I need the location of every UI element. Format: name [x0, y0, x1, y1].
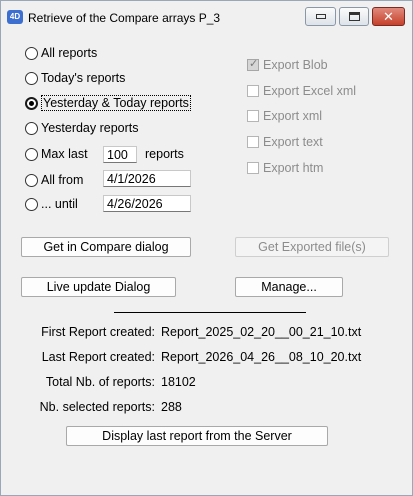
- checkbox[interactable]: [247, 57, 259, 71]
- get-exported-files-button[interactable]: Get Exported file(s): [235, 237, 389, 257]
- max-last-suffix: reports: [145, 147, 184, 161]
- radio-yesterday-reports[interactable]: Yesterday reports: [25, 118, 139, 138]
- selected-reports-value: 288: [161, 400, 182, 414]
- radio-all-from[interactable]: All from: [25, 170, 83, 190]
- get-in-compare-dialog-button[interactable]: Get in Compare dialog: [21, 237, 191, 257]
- radio-button[interactable]: [25, 197, 38, 211]
- close-button[interactable]: ✕: [372, 7, 405, 26]
- radio-button[interactable]: [25, 121, 38, 135]
- dialog-window: 4D Retrieve of the Compare arrays P_3 ✕ …: [0, 0, 413, 496]
- checkbox-label: Export text: [263, 135, 323, 149]
- checkbox-export-excel-xml[interactable]: Export Excel xml: [247, 81, 356, 101]
- minimize-button[interactable]: [305, 7, 336, 26]
- radio-button[interactable]: [25, 46, 38, 60]
- radio-label: All reports: [41, 46, 98, 60]
- radio-all-reports[interactable]: All reports: [25, 43, 97, 63]
- radio-until[interactable]: ... until: [25, 194, 78, 214]
- checkbox-label: Export Excel xml: [263, 84, 357, 98]
- radio-yesterday-today-reports[interactable]: Yesterday & Today reports: [25, 93, 191, 113]
- live-update-dialog-button[interactable]: Live update Dialog: [21, 277, 176, 297]
- maximize-icon: [349, 12, 360, 21]
- close-icon: ✕: [383, 9, 394, 24]
- checkbox[interactable]: [247, 162, 259, 174]
- title-bar[interactable]: 4D Retrieve of the Compare arrays P_3 ✕: [1, 1, 412, 35]
- radio-button[interactable]: [25, 147, 38, 161]
- checkbox-export-blob[interactable]: Export Blob: [247, 55, 328, 75]
- total-reports-value: 18102: [161, 375, 196, 389]
- radio-label: Today's reports: [41, 71, 126, 85]
- separator-line: [114, 312, 306, 313]
- maximize-button[interactable]: [339, 7, 369, 26]
- radio-button[interactable]: [25, 173, 38, 187]
- radio-label: Max last: [41, 147, 88, 161]
- max-last-count-input[interactable]: [103, 146, 137, 163]
- radio-label: Yesterday & Today reports: [41, 95, 191, 111]
- until-date-input[interactable]: [103, 195, 191, 212]
- checkbox-export-htm[interactable]: Export htm: [247, 158, 323, 178]
- checkbox-export-text[interactable]: Export text: [247, 132, 323, 152]
- radio-todays-reports[interactable]: Today's reports: [25, 68, 125, 88]
- last-report-label: Last Report created:: [41, 350, 155, 364]
- radio-label: ... until: [41, 197, 78, 211]
- radio-label: Yesterday reports: [41, 121, 139, 135]
- first-report-value: Report_2025_02_20__00_21_10.txt: [161, 325, 362, 339]
- total-reports-label: Total Nb. of reports:: [45, 375, 155, 389]
- checkbox[interactable]: [247, 85, 259, 97]
- last-report-value: Report_2026_04_26__08_10_20.txt: [161, 350, 362, 364]
- radio-button[interactable]: [25, 71, 38, 85]
- from-date-input[interactable]: [103, 170, 191, 187]
- checkbox-label: Export htm: [263, 161, 324, 175]
- checkbox-label: Export xml: [263, 109, 323, 123]
- checkbox-label: Export Blob: [263, 58, 328, 72]
- checkbox-export-xml[interactable]: Export xml: [247, 106, 322, 126]
- checkbox[interactable]: [247, 136, 259, 148]
- minimize-icon: [316, 14, 326, 19]
- radio-button-selected[interactable]: [25, 96, 38, 110]
- radio-max-last[interactable]: Max last: [25, 144, 88, 164]
- radio-label: All from: [41, 173, 84, 187]
- window-title: Retrieve of the Compare arrays P_3: [28, 11, 221, 25]
- checkbox[interactable]: [247, 110, 259, 122]
- app-4d-icon: 4D: [7, 10, 23, 24]
- selected-reports-label: Nb. selected reports:: [39, 400, 155, 414]
- first-report-label: First Report created:: [41, 325, 155, 339]
- manage-button[interactable]: Manage...: [235, 277, 343, 297]
- display-last-report-button[interactable]: Display last report from the Server: [66, 426, 328, 446]
